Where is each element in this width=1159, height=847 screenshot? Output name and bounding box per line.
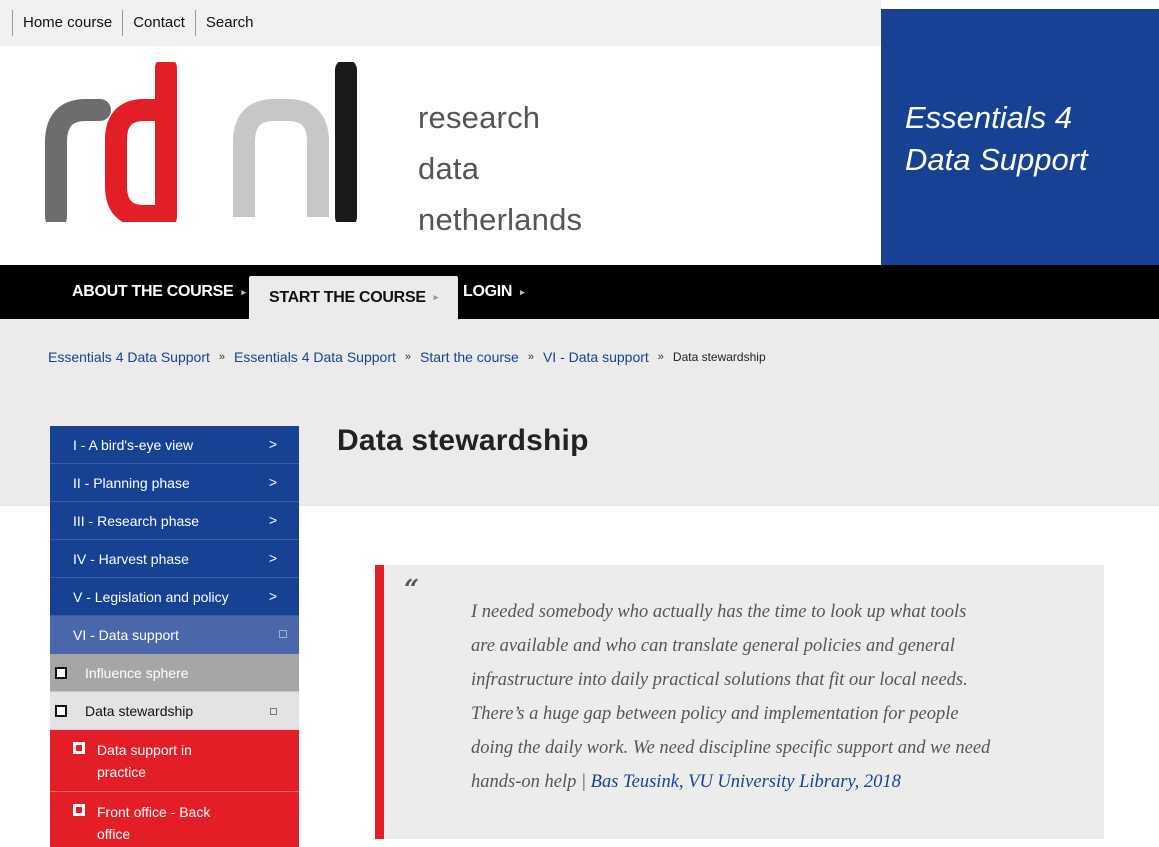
nav-label: START THE COURSE — [269, 288, 426, 306]
breadcrumb-separator: » — [218, 351, 225, 363]
nav-label: ABOUT THE COURSE — [72, 283, 234, 300]
breadcrumb-separator: » — [527, 351, 534, 363]
sidebar-item-harvest-phase[interactable]: IV - Harvest phase > — [50, 540, 299, 578]
sidebar-item-research-phase[interactable]: III - Research phase > — [50, 502, 299, 540]
main-navigation: ABOUT THE COURSE ▸ START THE COURSE ▸ LO… — [0, 265, 1159, 319]
sidebar-item-planning-phase[interactable]: II - Planning phase > — [50, 464, 299, 502]
sidebar-item-label: IV - Harvest phase — [73, 550, 189, 567]
quote-line: infrastructure into daily practical solu… — [471, 670, 968, 690]
nav-arrow-icon: ▸ — [241, 286, 246, 297]
sidebar-subsubitem-data-support-in-practice[interactable]: Data support in practice — [50, 730, 299, 792]
course-sidebar: I - A bird's-eye view > II - Planning ph… — [50, 426, 299, 847]
breadcrumb-link[interactable]: VI - Data support — [543, 349, 649, 365]
quote-line: hands-on help | Bas Teusink, VU Universi… — [471, 765, 1091, 799]
quote-line: There’s a huge gap between policy and im… — [471, 704, 959, 724]
sidebar-item-label: I - A bird's-eye view — [73, 436, 194, 453]
nav-start-the-course[interactable]: START THE COURSE ▸ — [249, 276, 458, 319]
chevron-right-icon: > — [268, 474, 277, 490]
sidebar-subitem-influence-sphere[interactable]: Influence sphere — [50, 654, 299, 692]
breadcrumb-link[interactable]: Essentials 4 Data Support — [234, 349, 396, 365]
home-course-link[interactable]: Home course — [12, 10, 122, 36]
breadcrumb-current: Data stewardship — [672, 350, 766, 364]
breadcrumb-separator: » — [404, 351, 411, 363]
course-brand-box: Essentials 4 Data Support — [881, 9, 1159, 265]
contact-link[interactable]: Contact — [122, 10, 195, 36]
checkbox-icon[interactable] — [73, 804, 85, 816]
chevron-right-icon: > — [268, 436, 277, 452]
chevron-right-icon: > — [268, 550, 277, 566]
sidebar-subitem-data-stewardship[interactable]: Data stewardship — [50, 692, 299, 730]
nav-login[interactable]: LOGIN ▸ — [463, 265, 525, 319]
sidebar-item-label: Data support in practice — [97, 739, 192, 783]
sidebar-item-data-support[interactable]: VI - Data support — [50, 616, 299, 654]
search-link[interactable]: Search — [194, 10, 264, 36]
course-brand-title: Essentials 4 Data Support — [905, 97, 1088, 181]
nav-label: LOGIN — [463, 283, 513, 300]
top-utility-bar: Home course Contact Search — [0, 0, 881, 46]
nav-about-the-course[interactable]: ABOUT THE COURSE ▸ — [72, 265, 246, 319]
sidebar-item-label: V - Legislation and policy — [73, 588, 229, 605]
chevron-right-icon: > — [268, 588, 277, 604]
collapse-square-icon[interactable] — [270, 708, 277, 715]
quote-line: are available and who can translate gene… — [471, 636, 955, 656]
checkbox-icon[interactable] — [55, 705, 67, 717]
brand-title-line: Essentials 4 — [905, 100, 1073, 135]
quote-text: I needed somebody who actually has the t… — [471, 595, 1091, 799]
label-line: office — [97, 826, 131, 842]
sidebar-subsubitem-front-office-back-office[interactable]: Front office - Back office — [50, 792, 299, 847]
sidebar-item-legislation-and-policy[interactable]: V - Legislation and policy > — [50, 578, 299, 616]
chevron-right-icon: > — [268, 512, 277, 528]
breadcrumb-link[interactable]: Essentials 4 Data Support — [48, 349, 210, 365]
logo-text-line: research — [418, 100, 541, 135]
testimonial-quote: “ I needed somebody who actually has the… — [375, 565, 1104, 839]
checkbox-icon[interactable] — [55, 667, 67, 679]
logo-text-line: data — [418, 151, 480, 186]
rdnl-logo-mark — [45, 57, 357, 228]
breadcrumb-separator: » — [657, 351, 664, 363]
breadcrumb: Essentials 4 Data Support » Essentials 4… — [48, 349, 766, 365]
sidebar-item-label: Influence sphere — [85, 664, 189, 681]
sidebar-item-label: III - Research phase — [73, 512, 200, 529]
collapse-square-icon[interactable] — [279, 630, 287, 638]
quote-line: doing the daily work. We need discipline… — [471, 738, 991, 758]
logo-wordmark: research data netherlands — [418, 92, 582, 245]
brand-title-line: Data Support — [905, 142, 1088, 177]
sidebar-item-label: Front office - Back office — [97, 801, 210, 845]
label-line: Data support in — [97, 742, 192, 758]
checkbox-icon[interactable] — [73, 742, 85, 754]
sidebar-item-label: Data stewardship — [85, 702, 194, 719]
sidebar-item-label: VI - Data support — [73, 626, 179, 643]
page-title: Data stewardship — [337, 424, 589, 457]
breadcrumb-link[interactable]: Start the course — [420, 349, 519, 365]
sidebar-item-birds-eye-view[interactable]: I - A bird's-eye view > — [50, 426, 299, 464]
label-line: practice — [97, 764, 147, 780]
sidebar-item-label: II - Planning phase — [73, 474, 190, 491]
quote-line-prefix: hands-on help | — [471, 772, 591, 792]
nav-arrow-icon: ▸ — [520, 286, 525, 297]
rdnl-logo[interactable] — [42, 57, 362, 228]
label-line: Front office - Back — [97, 804, 211, 820]
quote-attribution: Bas Teusink, VU University Library, 2018 — [590, 772, 901, 792]
quote-mark-icon: “ — [404, 575, 419, 605]
nav-arrow-icon: ▸ — [433, 292, 439, 302]
quote-line: I needed somebody who actually has the t… — [471, 602, 967, 622]
logo-text-line: netherlands — [418, 202, 583, 237]
utility-links: Home course Contact Search — [12, 10, 263, 36]
